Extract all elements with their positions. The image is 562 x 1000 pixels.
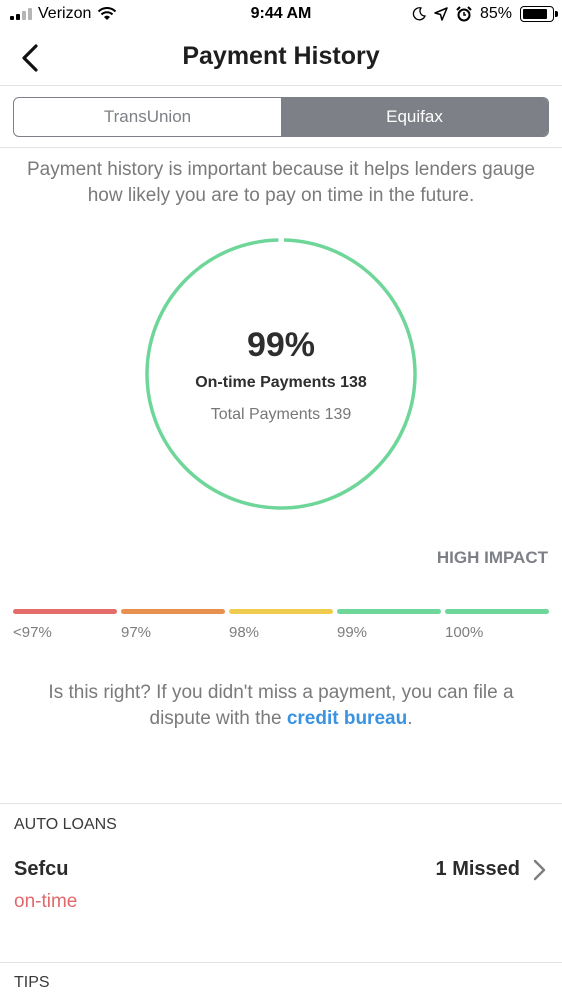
bureau-segmented-control: TransUnion Equifax <box>13 97 549 137</box>
score-scale: <97% 97% 98% 99% 100% <box>13 609 549 641</box>
ring-percent: 99% <box>246 326 316 364</box>
dispute-text: Is this right? If you didn't miss a paym… <box>20 680 542 732</box>
divider <box>0 962 562 963</box>
scale-segment: 99% <box>337 609 441 641</box>
location-arrow-icon <box>434 7 448 21</box>
description-text: Payment history is important because it … <box>27 159 535 206</box>
scale-label: 100% <box>445 624 484 641</box>
tab-transunion[interactable]: TransUnion <box>14 98 281 136</box>
scale-label: 98% <box>229 624 260 641</box>
credit-bureau-link[interactable]: credit bureau <box>287 708 407 729</box>
status-bar: Verizon 9:44 AM 85% <box>0 0 562 30</box>
missed-count: 1 Missed <box>435 858 520 880</box>
section-header-tips: TIPS <box>14 974 50 991</box>
scale-label: <97% <box>13 624 52 641</box>
dispute-suffix: . <box>407 708 413 729</box>
chevron-right-icon <box>533 859 546 881</box>
divider <box>0 803 562 804</box>
payment-ring: 99% On-time Payments 138 Total Payments … <box>145 238 417 510</box>
total-payments: Total Payments 139 <box>210 406 352 423</box>
tab-equifax[interactable]: Equifax <box>281 98 548 136</box>
section-header-auto-loans: AUTO LOANS <box>14 816 117 833</box>
divider <box>0 147 562 148</box>
page-title: Payment History <box>182 42 380 70</box>
alarm-icon <box>456 6 472 22</box>
scale-segment: 98% <box>229 609 333 641</box>
impact-label: HIGH IMPACT <box>436 548 548 567</box>
scale-bar <box>13 609 117 614</box>
scale-segment: 100% <box>445 609 549 641</box>
scale-segment: 97% <box>121 609 225 641</box>
scale-label: 97% <box>121 624 152 641</box>
scale-bar <box>445 609 549 614</box>
scale-bar <box>337 609 441 614</box>
moon-icon <box>412 7 426 21</box>
scale-label: 99% <box>337 624 368 641</box>
dispute-prefix: Is this right? If you didn't miss a paym… <box>48 682 514 729</box>
ontime-payments: On-time Payments 138 <box>195 374 367 391</box>
scale-bar <box>121 609 225 614</box>
navigation-bar: Payment History <box>0 30 562 86</box>
scale-segment: <97% <box>13 609 117 641</box>
scale-bar <box>229 609 333 614</box>
account-status: on-time <box>14 891 78 912</box>
battery-icon <box>520 6 558 22</box>
account-name: Sefcu <box>14 858 69 880</box>
battery-percent: 85% <box>479 5 512 22</box>
